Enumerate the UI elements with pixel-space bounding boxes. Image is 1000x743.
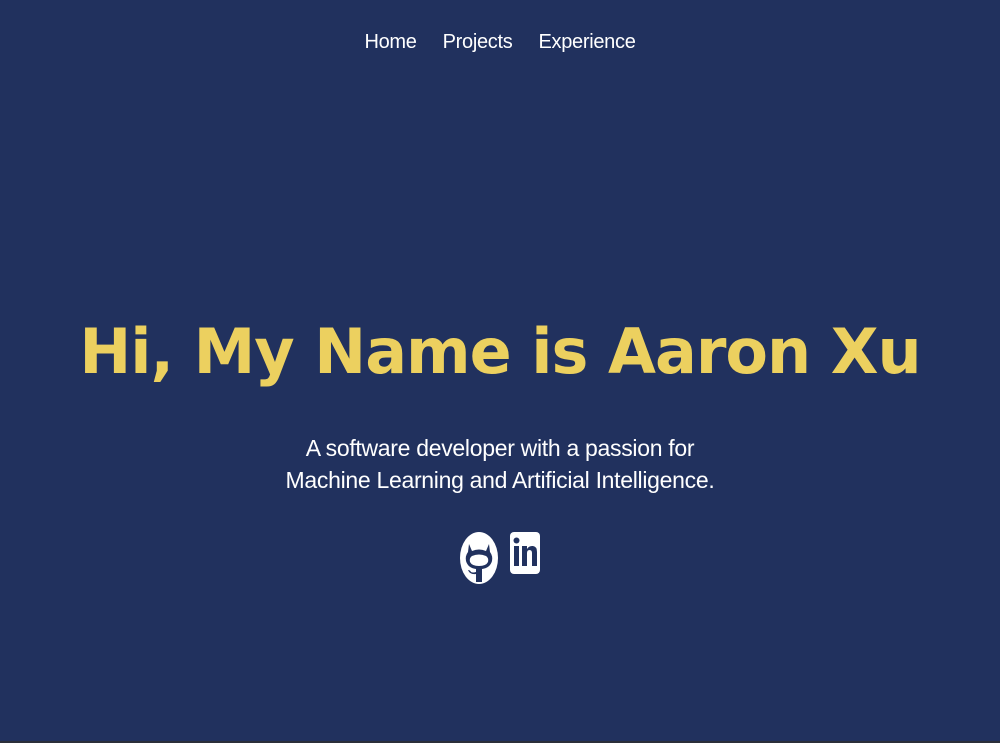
nav-experience-link[interactable]: Experience [538, 30, 635, 54]
nav-home-link[interactable]: Home [364, 30, 416, 54]
linkedin-link[interactable] [509, 530, 541, 586]
linkedin-icon [510, 532, 540, 574]
nav-projects-link[interactable]: Projects [443, 30, 513, 54]
github-icon [460, 532, 498, 584]
hero-title: Hi, My Name is Aaron Xu [79, 315, 921, 388]
social-links [0, 530, 1000, 586]
top-nav: Home Projects Experience [0, 30, 1000, 54]
hero-subtitle-line-1: A software developer with a passion for [305, 435, 695, 461]
hero-subtitle-line-2: Machine Learning and Artificial Intellig… [285, 467, 715, 493]
github-link[interactable] [459, 530, 499, 586]
hero-subtitle: A software developer with a passion for … [0, 432, 1000, 496]
hero-section: Hi, My Name is Aaron Xu A software devel… [0, 312, 1000, 586]
